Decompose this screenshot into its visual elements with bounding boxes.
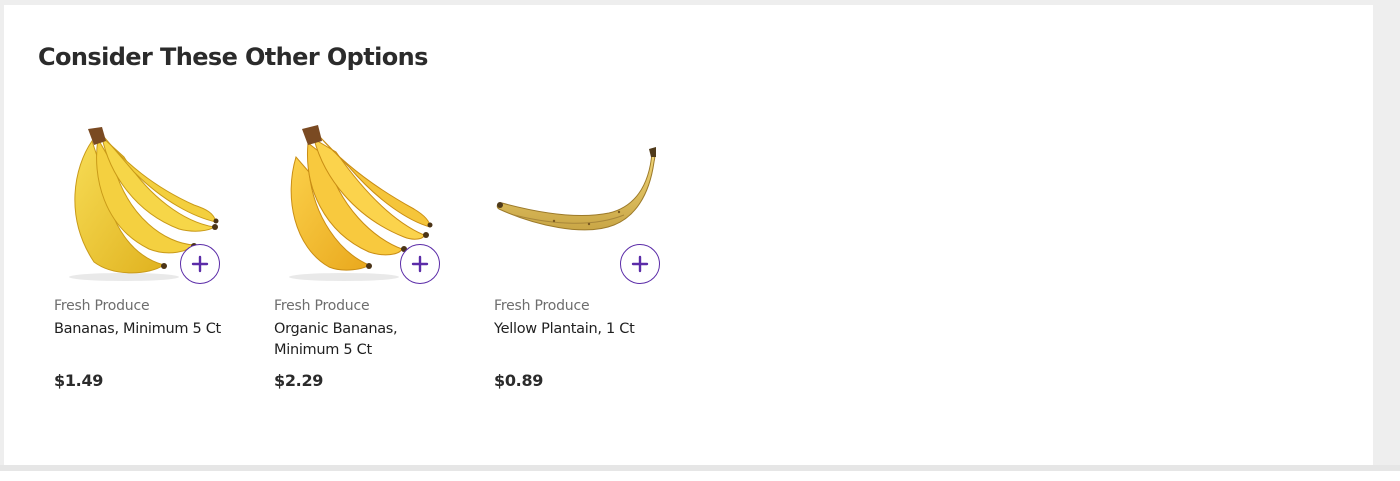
product-image-wrap bbox=[54, 117, 224, 287]
product-category: Fresh Produce bbox=[54, 298, 150, 314]
page-gutter bbox=[1373, 0, 1400, 465]
product-price: $2.29 bbox=[274, 371, 324, 390]
product-category: Fresh Produce bbox=[274, 298, 370, 314]
product-category: Fresh Produce bbox=[494, 298, 590, 314]
add-to-cart-button[interactable] bbox=[620, 244, 660, 284]
plus-icon bbox=[191, 255, 209, 273]
plus-icon bbox=[411, 255, 429, 273]
product-card-organic-bananas[interactable]: Fresh Produce Organic Bananas, Minimum 5… bbox=[274, 117, 454, 407]
product-name[interactable]: Yellow Plantain, 1 Ct bbox=[494, 319, 669, 340]
plus-icon bbox=[631, 255, 649, 273]
product-price: $1.49 bbox=[54, 371, 104, 390]
product-image-wrap bbox=[274, 117, 444, 287]
page-bottom-edge bbox=[0, 465, 1400, 481]
recommendations-panel: Consider These Other Options Fresh Produ… bbox=[4, 5, 1373, 465]
section-title: Consider These Other Options bbox=[38, 43, 428, 71]
product-card-bananas[interactable]: Fresh Produce Bananas, Minimum 5 Ct $1.4… bbox=[54, 117, 234, 407]
product-price: $0.89 bbox=[494, 371, 544, 390]
product-card-plantain[interactable]: Fresh Produce Yellow Plantain, 1 Ct $0.8… bbox=[494, 117, 674, 407]
product-name[interactable]: Organic Bananas, Minimum 5 Ct bbox=[274, 319, 449, 361]
add-to-cart-button[interactable] bbox=[180, 244, 220, 284]
product-image-wrap bbox=[494, 117, 664, 287]
add-to-cart-button[interactable] bbox=[400, 244, 440, 284]
product-name[interactable]: Bananas, Minimum 5 Ct bbox=[54, 319, 229, 340]
